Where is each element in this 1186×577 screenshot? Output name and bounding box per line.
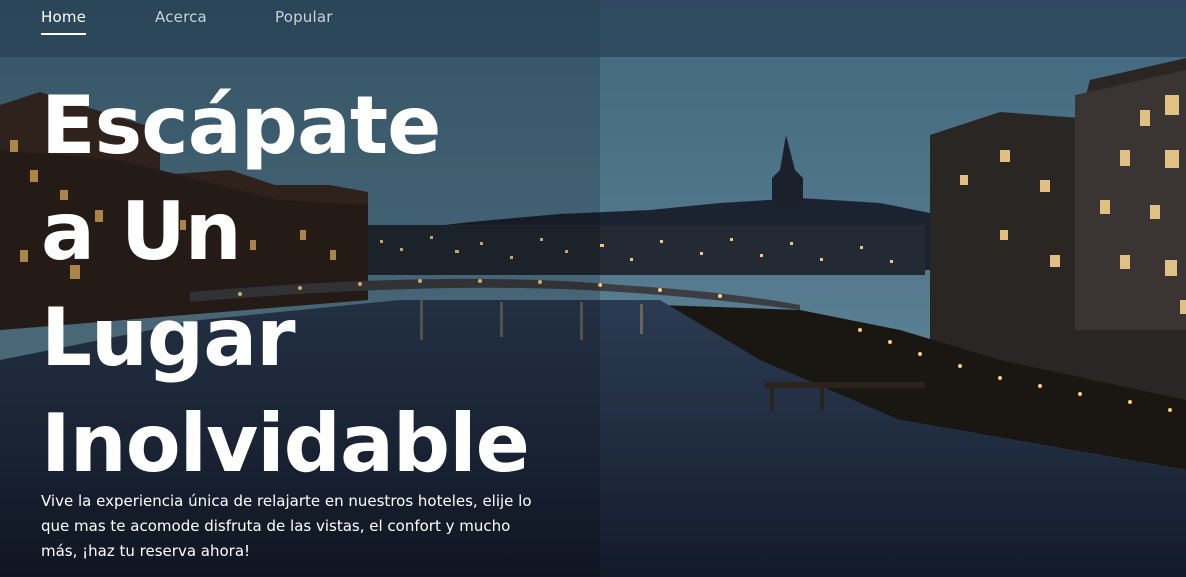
headline-line-3: Lugar	[41, 291, 296, 384]
hero-headline: Escápate a Un Lugar Inolvidable	[41, 73, 530, 497]
nav-link-home[interactable]: Home	[41, 8, 87, 35]
top-navigation-bar: Home Acerca Popular	[0, 0, 1186, 57]
headline-line-1: Escápate	[41, 79, 441, 172]
headline-line-4: Inolvidable	[41, 397, 530, 490]
hero-description: Vive la experiencia única de relajarte e…	[41, 492, 532, 560]
headline-line-2: a Un	[41, 185, 242, 278]
nav-link-acerca[interactable]: Acerca	[155, 8, 207, 26]
nav-link-popular[interactable]: Popular	[275, 8, 333, 26]
